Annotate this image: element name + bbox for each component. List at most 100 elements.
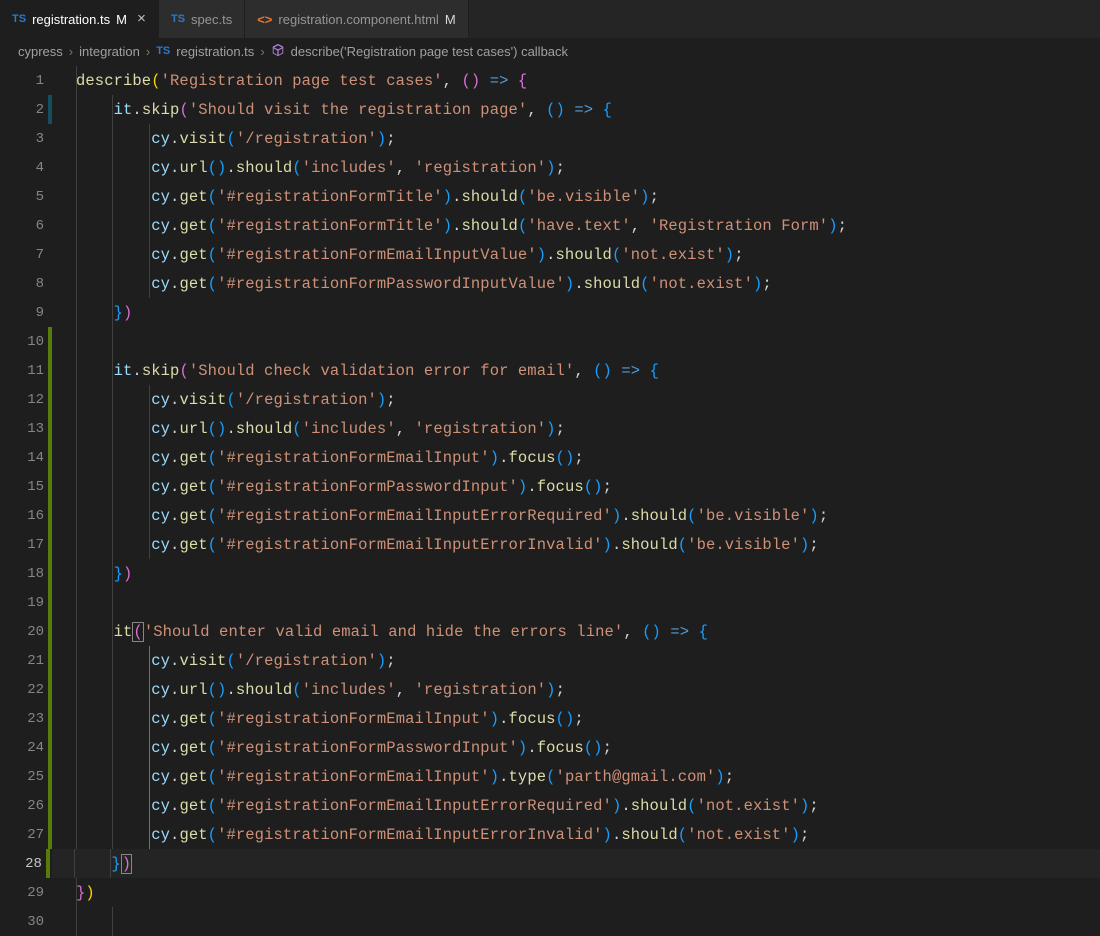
code-line[interactable]: 16 cy.get('#registrationFormEmailInputEr… bbox=[0, 501, 1100, 530]
code-text[interactable]: cy.get('#registrationFormEmailInputError… bbox=[76, 797, 819, 815]
code-line[interactable]: 13 cy.url().should('includes', 'registra… bbox=[0, 414, 1100, 443]
code-text[interactable]: cy.visit('/registration'); bbox=[76, 652, 396, 670]
line-number[interactable]: 9 bbox=[0, 305, 48, 321]
code-text[interactable]: cy.visit('/registration'); bbox=[76, 391, 396, 409]
code-line[interactable]: 4 cy.url().should('includes', 'registrat… bbox=[0, 153, 1100, 182]
breadcrumb-file[interactable]: registration.ts bbox=[176, 44, 254, 59]
code-text[interactable]: it.skip('Should check validation error f… bbox=[76, 362, 659, 380]
code-line[interactable]: 11 it.skip('Should check validation erro… bbox=[0, 356, 1100, 385]
code-line[interactable]: 2 it.skip('Should visit the registration… bbox=[0, 95, 1100, 124]
code-line[interactable]: 23 cy.get('#registrationFormEmailInput')… bbox=[0, 704, 1100, 733]
line-number[interactable]: 12 bbox=[0, 392, 48, 408]
code-text[interactable]: it('Should enter valid email and hide th… bbox=[76, 623, 708, 641]
line-number[interactable]: 20 bbox=[0, 624, 48, 640]
line-number[interactable]: 26 bbox=[0, 798, 48, 814]
line-number[interactable]: 6 bbox=[0, 218, 48, 234]
line-number[interactable]: 17 bbox=[0, 537, 48, 553]
line-number[interactable]: 19 bbox=[0, 595, 48, 611]
code-text[interactable]: cy.get('#registrationFormPasswordInputVa… bbox=[76, 275, 772, 293]
line-number[interactable]: 25 bbox=[0, 769, 48, 785]
line-number[interactable]: 2 bbox=[0, 102, 48, 118]
code-text[interactable]: describe('Registration page test cases',… bbox=[76, 72, 527, 90]
tab-registration-ts[interactable]: TS registration.ts M × bbox=[0, 0, 159, 38]
code-line[interactable]: 19 bbox=[0, 588, 1100, 617]
code-text[interactable]: cy.get('#registrationFormEmailInputError… bbox=[76, 507, 828, 525]
code-line[interactable]: 7 cy.get('#registrationFormEmailInputVal… bbox=[0, 240, 1100, 269]
code-text[interactable]: }) bbox=[76, 565, 132, 583]
code-line[interactable]: 6 cy.get('#registrationFormTitle').shoul… bbox=[0, 211, 1100, 240]
code-text[interactable]: cy.get('#registrationFormTitle').should(… bbox=[76, 188, 659, 206]
close-icon[interactable]: × bbox=[137, 11, 146, 28]
line-number[interactable]: 7 bbox=[0, 247, 48, 263]
code-text[interactable]: cy.get('#registrationFormPasswordInput')… bbox=[76, 739, 612, 757]
code-line[interactable]: 18 }) bbox=[0, 559, 1100, 588]
code-text[interactable]: cy.url().should('includes', 'registratio… bbox=[76, 420, 565, 438]
code-line[interactable]: 26 cy.get('#registrationFormEmailInputEr… bbox=[0, 791, 1100, 820]
code-text[interactable]: cy.get('#registrationFormEmailInputError… bbox=[76, 536, 819, 554]
code-line[interactable]: 5 cy.get('#registrationFormTitle').shoul… bbox=[0, 182, 1100, 211]
line-number[interactable]: 18 bbox=[0, 566, 48, 582]
code-text[interactable]: }) bbox=[74, 855, 132, 873]
line-number[interactable]: 28 bbox=[0, 856, 46, 872]
line-number[interactable]: 8 bbox=[0, 276, 48, 292]
code-line[interactable]: 10 bbox=[0, 327, 1100, 356]
line-number[interactable]: 3 bbox=[0, 131, 48, 147]
line-number[interactable]: 30 bbox=[0, 914, 48, 930]
code-line[interactable]: 25 cy.get('#registrationFormEmailInput')… bbox=[0, 762, 1100, 791]
code-text[interactable]: cy.get('#registrationFormTitle').should(… bbox=[76, 217, 847, 235]
code-text[interactable]: cy.get('#registrationFormEmailInput').fo… bbox=[76, 710, 584, 728]
code-text[interactable]: cy.get('#registrationFormEmailInput').ty… bbox=[76, 768, 734, 786]
line-number[interactable]: 22 bbox=[0, 682, 48, 698]
breadcrumb-folder[interactable]: cypress bbox=[18, 44, 63, 59]
code-text[interactable]: cy.visit('/registration'); bbox=[76, 130, 396, 148]
line-number[interactable]: 27 bbox=[0, 827, 48, 843]
code-line[interactable]: 8 cy.get('#registrationFormPasswordInput… bbox=[0, 269, 1100, 298]
code-text[interactable]: it.skip('Should visit the registration p… bbox=[76, 101, 612, 119]
code-line[interactable]: 20 it('Should enter valid email and hide… bbox=[0, 617, 1100, 646]
code-line[interactable]: 14 cy.get('#registrationFormEmailInput')… bbox=[0, 443, 1100, 472]
code-editor[interactable]: 1 describe('Registration page test cases'… bbox=[0, 64, 1100, 936]
code-text[interactable]: }) bbox=[76, 884, 95, 902]
code-text[interactable]: cy.get('#registrationFormPasswordInput')… bbox=[76, 478, 612, 496]
line-number[interactable]: 13 bbox=[0, 421, 48, 437]
code-text[interactable]: cy.get('#registrationFormEmailInput').fo… bbox=[76, 449, 584, 467]
code-text[interactable]: cy.get('#registrationFormEmailInputError… bbox=[76, 826, 809, 844]
code-line[interactable]: 22 cy.url().should('includes', 'registra… bbox=[0, 675, 1100, 704]
line-number[interactable]: 21 bbox=[0, 653, 48, 669]
line-number[interactable]: 29 bbox=[0, 885, 48, 901]
line-number[interactable]: 1 bbox=[0, 73, 48, 89]
line-number[interactable]: 23 bbox=[0, 711, 48, 727]
line-number[interactable]: 11 bbox=[0, 363, 48, 379]
code-line[interactable]: 1 describe('Registration page test cases'… bbox=[0, 66, 1100, 95]
tab-spec-ts[interactable]: TS spec.ts bbox=[159, 0, 245, 38]
line-number[interactable]: 10 bbox=[0, 334, 48, 350]
line-number[interactable]: 16 bbox=[0, 508, 48, 524]
code-text[interactable]: }) bbox=[76, 304, 132, 322]
tab-registration-component-html[interactable]: <> registration.component.html M bbox=[245, 0, 468, 38]
code-line[interactable]: 29}) bbox=[0, 878, 1100, 907]
line-number[interactable]: 5 bbox=[0, 189, 48, 205]
line-number[interactable]: 14 bbox=[0, 450, 48, 466]
line-number[interactable]: 24 bbox=[0, 740, 48, 756]
modified-indicator: M bbox=[445, 12, 456, 27]
code-line[interactable]: 3 cy.visit('/registration'); bbox=[0, 124, 1100, 153]
code-line[interactable]: 24 cy.get('#registrationFormPasswordInpu… bbox=[0, 733, 1100, 762]
chevron-right-icon: › bbox=[69, 44, 73, 59]
code-line[interactable]: 9 }) bbox=[0, 298, 1100, 327]
code-line[interactable]: 17 cy.get('#registrationFormEmailInputEr… bbox=[0, 530, 1100, 559]
breadcrumb[interactable]: cypress › integration › TS registration.… bbox=[0, 38, 1100, 64]
breadcrumb-folder[interactable]: integration bbox=[79, 44, 140, 59]
code-line[interactable]: 28 }) bbox=[0, 849, 1100, 878]
code-line[interactable]: 30 bbox=[0, 907, 1100, 936]
code-text[interactable]: cy.url().should('includes', 'registratio… bbox=[76, 681, 565, 699]
breadcrumb-symbol[interactable]: describe('Registration page test cases')… bbox=[291, 44, 568, 59]
code-line[interactable]: 15 cy.get('#registrationFormPasswordInpu… bbox=[0, 472, 1100, 501]
code-line[interactable]: 27 cy.get('#registrationFormEmailInputEr… bbox=[0, 820, 1100, 849]
code-line[interactable]: 21 cy.visit('/registration'); bbox=[0, 646, 1100, 675]
code-text[interactable]: cy.get('#registrationFormEmailInputValue… bbox=[76, 246, 744, 264]
line-number[interactable]: 4 bbox=[0, 160, 48, 176]
code-text[interactable]: cy.url().should('includes', 'registratio… bbox=[76, 159, 565, 177]
git-gutter bbox=[48, 298, 52, 327]
code-line[interactable]: 12 cy.visit('/registration'); bbox=[0, 385, 1100, 414]
line-number[interactable]: 15 bbox=[0, 479, 48, 495]
